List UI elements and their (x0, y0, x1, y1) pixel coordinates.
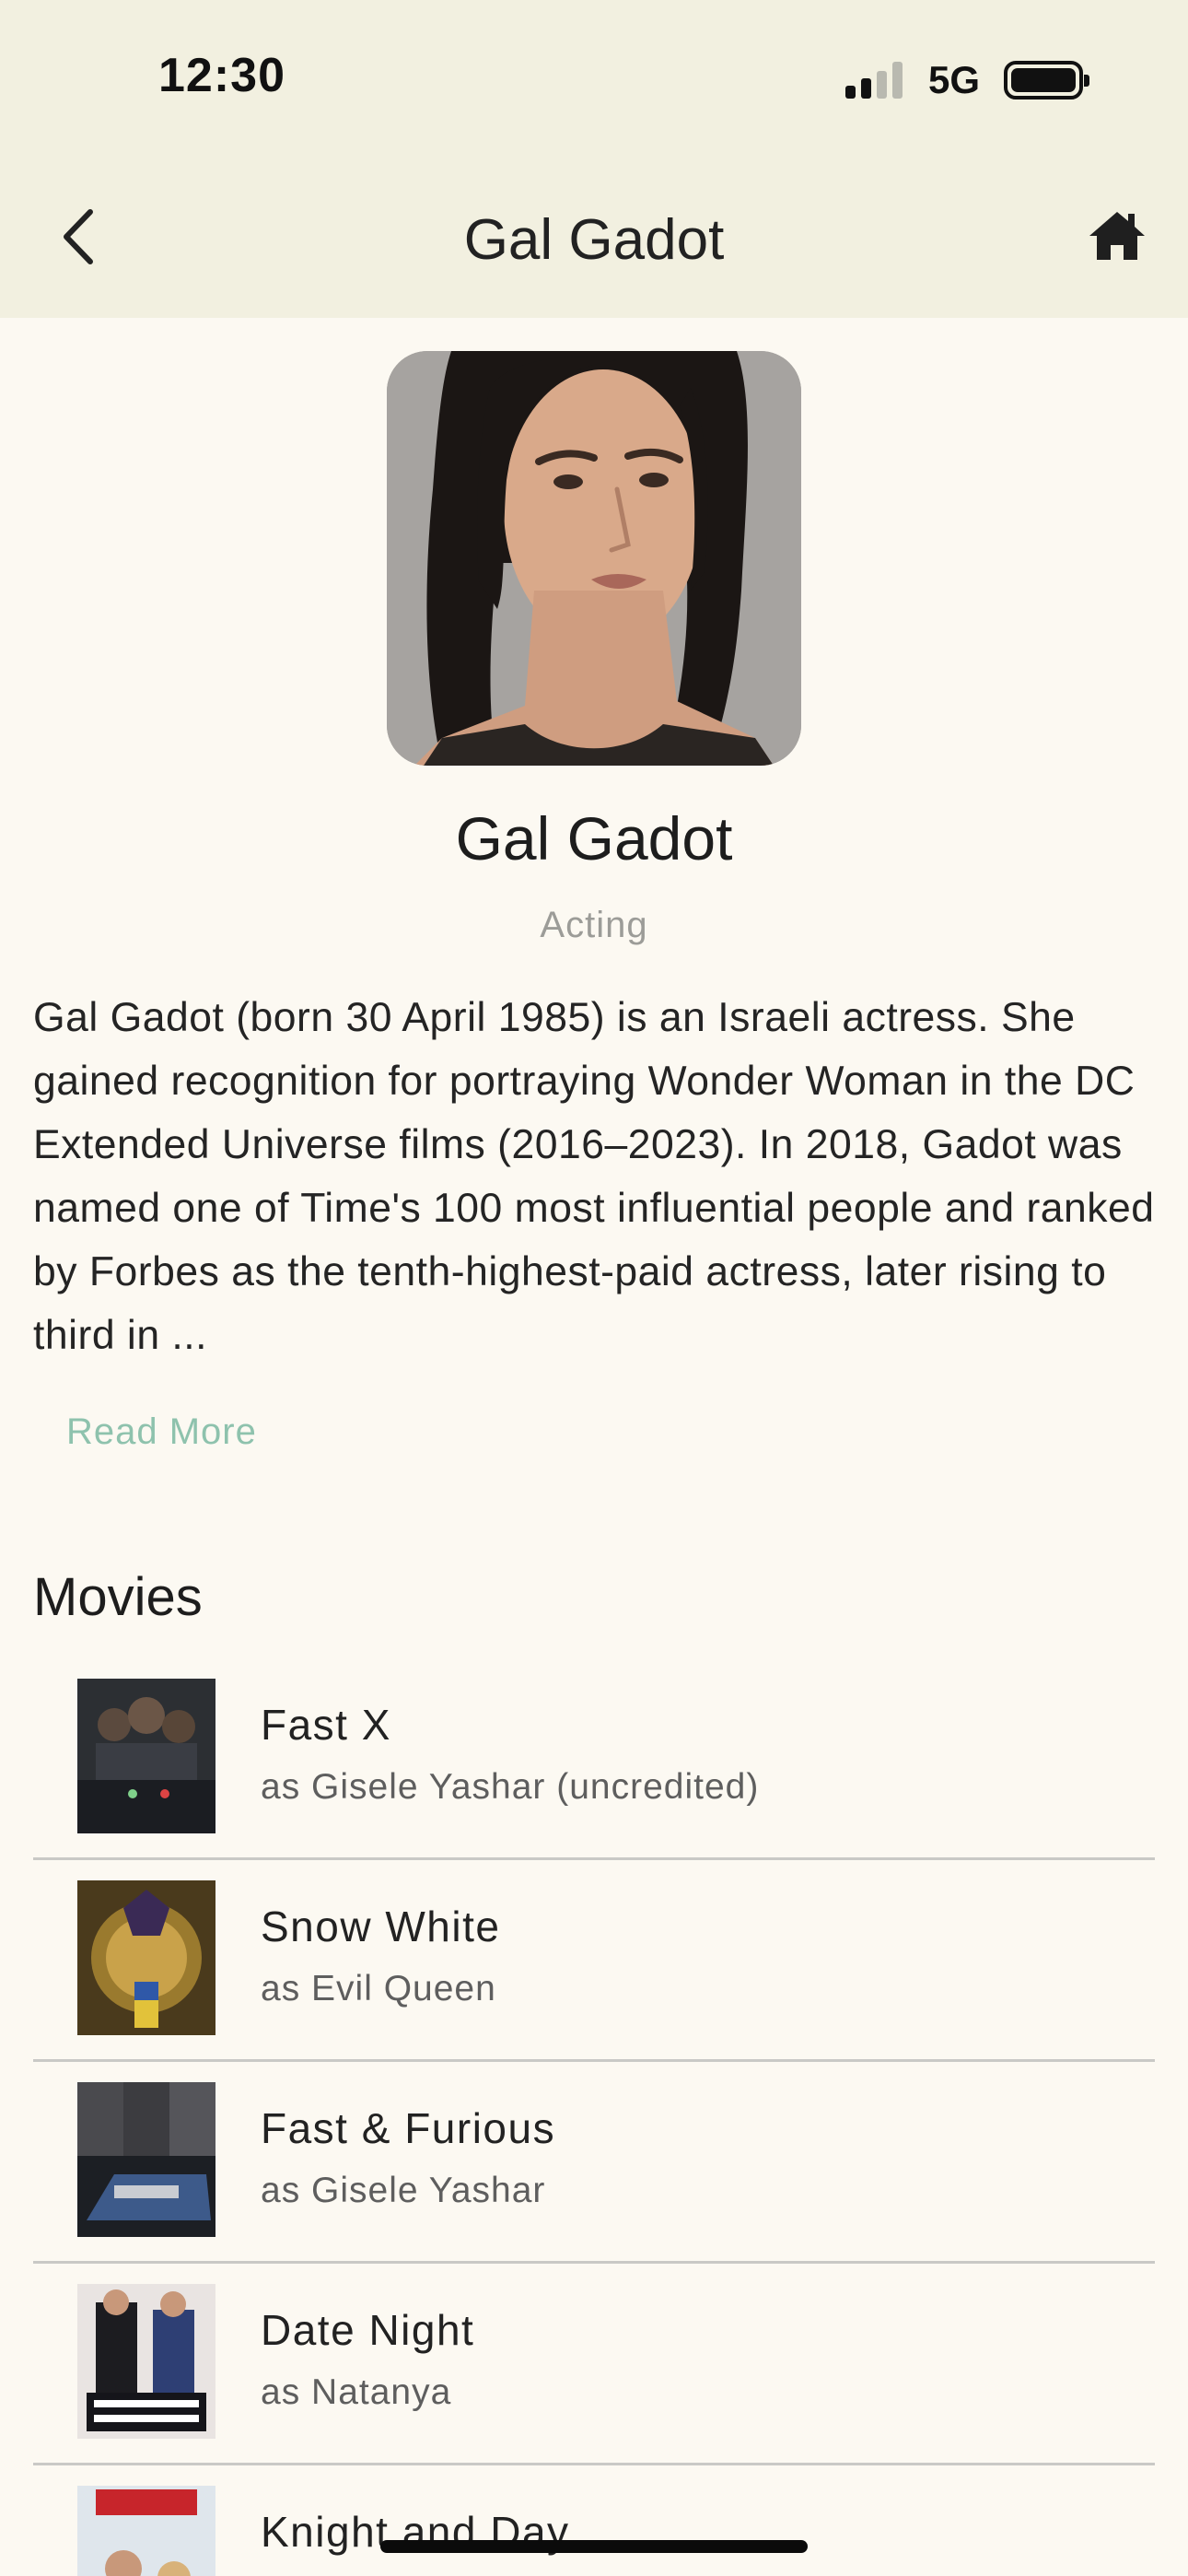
movie-role: as Evil Queen (261, 1969, 496, 2008)
person-name: Gal Gadot (455, 804, 733, 872)
movie-poster (77, 2082, 215, 2237)
movie-role: as Natanya (261, 2372, 452, 2412)
status-time: 12:30 (158, 49, 285, 102)
movie-poster (77, 2284, 215, 2439)
movies-heading: Movies (33, 1567, 203, 1627)
movie-title: Date Night (261, 2306, 475, 2354)
movie-row[interactable]: Knight and Day (33, 2465, 1155, 2576)
status-indicators: 5G (844, 57, 1089, 103)
read-more-button[interactable]: Read More (66, 1411, 257, 1453)
movie-list: Fast X as Gisele Yashar (uncredited) Sno… (33, 1658, 1155, 2576)
signal-icon (844, 62, 903, 99)
movie-poster (77, 1679, 215, 1833)
movie-row[interactable]: Fast X as Gisele Yashar (uncredited) (33, 1658, 1155, 1860)
movie-role: as Gisele Yashar (uncredited) (261, 1767, 760, 1807)
movie-row[interactable]: Snow White as Evil Queen (33, 1860, 1155, 2062)
battery-icon (1004, 61, 1089, 100)
biography-text: Gal Gadot (born 30 April 1985) is an Isr… (33, 995, 1155, 1358)
movie-poster (77, 1880, 215, 2035)
department-label: Acting (540, 905, 648, 945)
top-bar: 12:30 5G Gal Gadot (0, 0, 1188, 318)
movie-role: as Gisele Yashar (261, 2171, 546, 2210)
movie-row[interactable]: Fast & Furious as Gisele Yashar (33, 2062, 1155, 2264)
movie-title: Snow White (261, 1903, 501, 1950)
movie-title: Fast X (261, 1701, 391, 1749)
movie-row[interactable]: Date Night as Natanya (33, 2264, 1155, 2465)
nav-title: Gal Gadot (463, 208, 725, 272)
home-indicator[interactable] (380, 2540, 808, 2553)
movie-poster (77, 2486, 215, 2576)
profile-photo (387, 351, 801, 766)
home-icon[interactable] (1087, 208, 1147, 263)
network-label: 5G (927, 58, 980, 101)
movie-title: Fast & Furious (261, 2104, 556, 2152)
